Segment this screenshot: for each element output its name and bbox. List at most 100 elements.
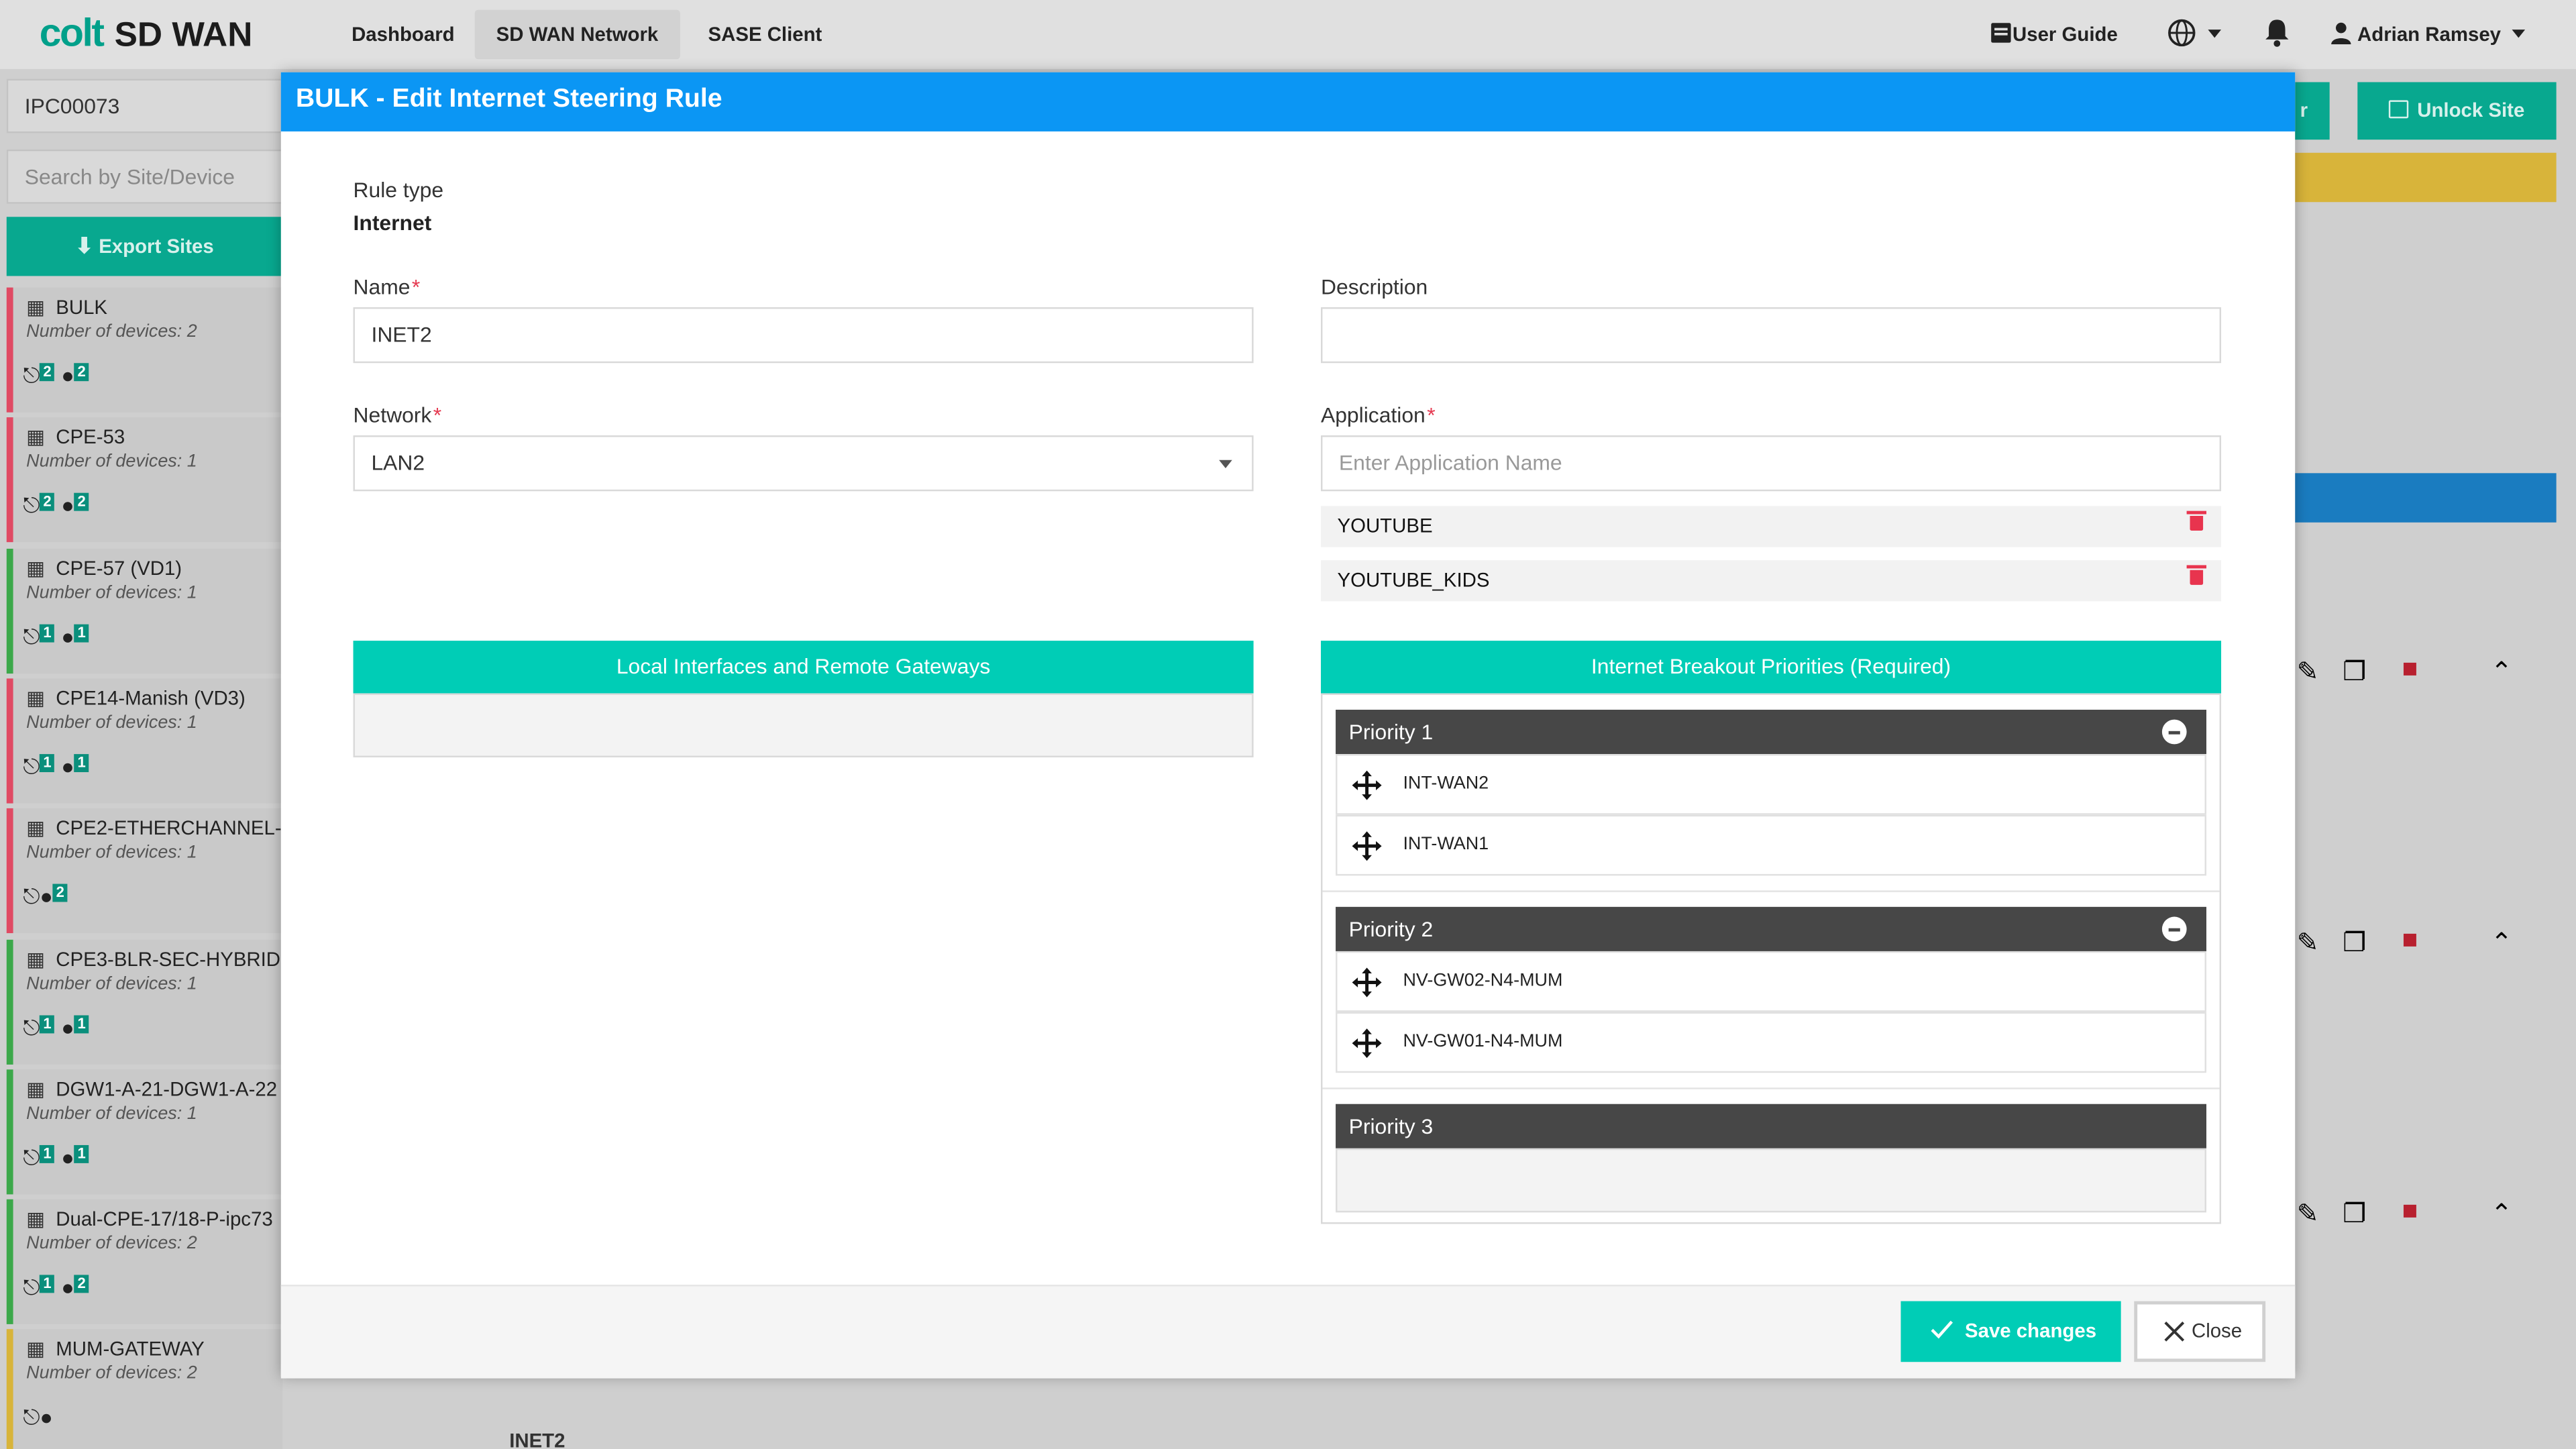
- gateway-item[interactable]: NV-GW01-N4-MUM: [1336, 1012, 2207, 1073]
- building-icon: ▦: [26, 1208, 45, 1231]
- gateway-item[interactable]: INT-WAN2: [1336, 754, 2207, 815]
- site-list-item[interactable]: ▦ MUM-GATEWAY Number of devices: 2 ⎋●: [6, 1330, 283, 1449]
- logo-product: SD WAN: [114, 16, 253, 54]
- chevron-up-icon[interactable]: ⌃: [2491, 655, 2513, 688]
- copy-icon[interactable]: ❐: [2343, 926, 2366, 959]
- delete-icon[interactable]: ■: [2402, 1197, 2418, 1227]
- gateway-item[interactable]: NV-GW02-N4-MUM: [1336, 951, 2207, 1012]
- globe-icon: ●: [61, 493, 74, 519]
- site-name: CPE-53: [56, 426, 125, 449]
- move-icon[interactable]: [1352, 770, 1382, 800]
- network-icon: ⎋: [23, 1275, 40, 1300]
- priority-group: Priority 1 INT-WAN2 INT-WAN1: [1336, 709, 2207, 877]
- rule-type-value: Internet: [353, 210, 432, 235]
- remove-priority-icon[interactable]: [2161, 719, 2187, 745]
- tab-dashboard[interactable]: Dashboard: [330, 10, 476, 59]
- link-count-badge: 1: [40, 1014, 55, 1033]
- export-sites-button[interactable]: ⬇ Export Sites: [6, 217, 283, 276]
- move-icon[interactable]: [1352, 831, 1382, 861]
- site-name: Dual-CPE-17/18-P-ipc73: [56, 1208, 273, 1231]
- application-label-text: Application: [1320, 402, 1426, 427]
- trash-icon[interactable]: [2186, 511, 2207, 531]
- internet-count-badge: 1: [74, 753, 89, 772]
- site-device-count: Number of devices: 1: [26, 582, 197, 602]
- priority-label: Priority 2: [1348, 916, 1434, 942]
- priority-header: Priority 2: [1336, 906, 2207, 951]
- chevron-down-icon: [2511, 30, 2525, 38]
- local-interfaces-dropzone[interactable]: [353, 693, 1254, 757]
- network-select-value: LAN2: [371, 450, 425, 475]
- application-input[interactable]: Enter Application Name: [1320, 435, 2222, 492]
- move-icon[interactable]: [1352, 1028, 1382, 1059]
- gateway-label: INT-WAN2: [1403, 773, 1489, 794]
- partial-action-button[interactable]: r: [2293, 82, 2330, 140]
- move-icon[interactable]: [1352, 967, 1382, 998]
- user-menu[interactable]: Adrian Ramsey: [2330, 18, 2525, 51]
- globe-icon: ●: [40, 1405, 53, 1430]
- tab-sase-client[interactable]: SASE Client: [687, 10, 844, 59]
- user-guide-link[interactable]: User Guide: [1990, 18, 2118, 51]
- building-icon: ▦: [26, 1077, 45, 1101]
- delete-icon[interactable]: ■: [2402, 655, 2418, 685]
- customer-id-field[interactable]: IPC00073: [6, 78, 283, 133]
- site-list-item[interactable]: ▦ DGW1-A-21-DGW1-A-22 Number of devices: 1…: [6, 1069, 283, 1194]
- globe-icon: ●: [61, 1014, 74, 1039]
- language-selector[interactable]: [2167, 18, 2222, 51]
- edit-icon[interactable]: ✎: [2297, 1197, 2319, 1230]
- site-list-item[interactable]: ▦ CPE14-Manish (VD3) Number of devices: 1 ⎋…: [6, 678, 283, 804]
- name-label-text: Name: [353, 274, 411, 299]
- edit-icon[interactable]: ✎: [2297, 655, 2319, 688]
- close-button[interactable]: Close: [2134, 1301, 2266, 1362]
- copy-icon[interactable]: ❐: [2343, 655, 2366, 688]
- site-badges: ⎋ 1 ● 1: [23, 753, 95, 780]
- network-select[interactable]: LAN2: [353, 435, 1254, 492]
- name-input[interactable]: INET2: [353, 307, 1254, 364]
- trash-icon[interactable]: [2186, 565, 2207, 585]
- app-logo[interactable]: colt SD WAN: [40, 10, 253, 61]
- site-list-item[interactable]: ▦ CPE-53 Number of devices: 1 ⎋ 2 ● 2: [6, 417, 283, 543]
- logo-brand: colt: [39, 11, 105, 56]
- tab-sd-wan-network[interactable]: SD WAN Network: [474, 9, 680, 60]
- save-changes-button[interactable]: Save changes: [1900, 1301, 2121, 1362]
- unlock-site-label: Unlock Site: [2417, 98, 2525, 122]
- chevron-up-icon[interactable]: ⌃: [2491, 1197, 2513, 1230]
- site-list-item[interactable]: ▦ CPE-57 (VD1) Number of devices: 1 ⎋ 1 ● 1: [6, 547, 283, 674]
- site-device-count: Number of devices: 2: [26, 322, 197, 342]
- site-search-input[interactable]: Search by Site/Device: [6, 149, 283, 204]
- unlock-site-button[interactable]: Unlock Site: [2357, 82, 2557, 140]
- book-icon: [1991, 23, 2011, 43]
- network-icon: ⎋: [23, 884, 40, 909]
- building-icon: ▦: [26, 816, 45, 840]
- globe-icon: [2168, 19, 2196, 47]
- priority-dropzone[interactable]: [1336, 1148, 2207, 1213]
- remove-priority-icon[interactable]: [2161, 916, 2187, 942]
- check-icon: [1931, 1320, 1953, 1339]
- edit-icon[interactable]: ✎: [2297, 926, 2319, 959]
- internet-count-badge: 1: [74, 1144, 89, 1163]
- building-icon: ▦: [26, 686, 45, 710]
- status-banner: [2293, 152, 2557, 203]
- bell-icon: [2265, 19, 2289, 47]
- site-name: BULK: [56, 295, 108, 319]
- delete-icon[interactable]: ■: [2402, 926, 2418, 956]
- priority-label: Priority 1: [1348, 719, 1434, 745]
- required-marker: *: [411, 274, 421, 299]
- priority-group: Priority 2 NV-GW02-N4-MUM NV-GW01-N4-MUM: [1336, 906, 2207, 1075]
- description-input[interactable]: [1320, 307, 2222, 364]
- chevron-up-icon[interactable]: ⌃: [2491, 926, 2513, 959]
- site-name: CPE-57 (VD1): [56, 556, 182, 580]
- app-root: colt SD WAN Dashboard SD WAN Network SASE…: [0, 0, 2576, 1449]
- site-list-item[interactable]: ▦ CPE2-ETHERCHANNEL- Number of devices: 1 ⎋…: [6, 808, 283, 934]
- gateway-item[interactable]: INT-WAN1: [1336, 814, 2207, 876]
- site-list-item[interactable]: ▦ CPE3-BLR-SEC-HYBRID Number of devices: 1…: [6, 938, 283, 1064]
- site-list-item[interactable]: ▦ BULK Number of devices: 2 ⎋ 2 ● 2: [6, 287, 283, 413]
- notifications-button[interactable]: [2264, 18, 2290, 51]
- network-icon: ⎋: [23, 753, 40, 779]
- copy-icon[interactable]: ❐: [2343, 1197, 2366, 1230]
- modal-title: BULK - Edit Internet Steering Rule: [295, 85, 722, 113]
- user-icon: [2331, 22, 2351, 45]
- internet-count-badge: 1: [74, 1014, 89, 1033]
- application-chip-label: YOUTUBE_KIDS: [1337, 568, 1490, 592]
- network-label: Network *: [354, 402, 442, 427]
- site-list-item[interactable]: ▦ Dual-CPE-17/18-P-ipc73 Number of devices…: [6, 1199, 283, 1325]
